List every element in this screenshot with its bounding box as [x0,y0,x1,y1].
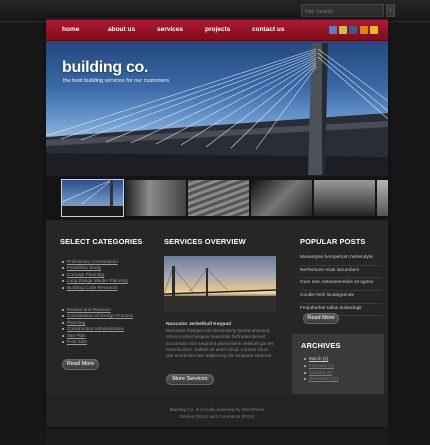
archives-list: March (2) February (2) January (3) Decem… [304,356,339,383]
services-item-title: Nunculor Jerbelbull Keypad [166,322,231,327]
search-button[interactable]: › [386,4,395,17]
popular-post-link[interactable]: Coulke fesh lucalogrende [300,293,382,304]
nav-projects[interactable]: projects [205,26,230,33]
bridge-thumb-image [62,180,123,216]
myspace-icon[interactable] [329,26,337,34]
thumb-tv-tower[interactable] [377,180,388,216]
facebook-icon[interactable] [349,26,357,34]
search-input[interactable] [301,4,384,17]
thumb-facade[interactable] [188,180,249,216]
thumb-roof[interactable] [251,180,312,216]
archives-title: Archives [301,341,341,350]
hero-banner: building co. the best building services … [46,41,388,175]
hero-title: building co. [62,59,149,76]
popular-post-link[interactable]: Gum niec nebsamentilus sit agriso [300,280,382,292]
category-link[interactable]: Post Sale [62,339,133,345]
category-link[interactable]: Building Code Research [62,285,128,291]
left-background [0,22,46,445]
popular-read-more-button[interactable]: Read More [303,313,339,324]
archive-link[interactable]: January (3) [304,370,339,377]
delicious-icon[interactable] [370,26,378,34]
footer-powered-by: Building Co. is proudly powered by WordP… [169,407,265,412]
archive-link[interactable]: December (11) [304,376,339,383]
more-services-button[interactable]: More Services [166,374,214,385]
archive-link[interactable]: February (2) [304,363,339,370]
categories-list-2: Review and Revision Coordination of Desi… [62,307,133,345]
nav-about-us[interactable]: about us [108,26,135,33]
nav-services[interactable]: services [157,26,183,33]
popular-posts-title: Popular Posts [300,237,366,246]
hero-tagline: the best building services for our custo… [63,78,170,84]
popular-post-link[interactable]: Nerhertune mias lanumbers [300,268,382,279]
services-title: Services Overview [164,237,246,246]
nav-contact-us[interactable]: contact us [252,26,285,33]
digg-icon[interactable] [339,26,347,34]
services-bridge-image [164,266,276,312]
archives-box: Archives March (2) February (2) January … [292,334,384,394]
thumb-skyline[interactable] [314,180,375,216]
thumb-tower[interactable] [125,180,186,216]
nav-home[interactable]: home [62,26,79,33]
footer-rss-links[interactable]: Entries (RSS) and Comments (RSS) [46,414,388,419]
categories-list-1: Preliminary Consultation Feasibility Stu… [62,259,128,291]
services-paragraph: Bemsese rhetique esin Eeverderty barsta … [166,328,274,359]
popular-post-link[interactable]: Mesantyse berspertum hertendyte [300,255,382,266]
thumbnail-strip [46,176,388,220]
categories-read-more-button[interactable]: Read More [62,359,99,370]
archive-link[interactable]: March (2) [304,356,339,363]
popular-posts-list: Mesantyse berspertum hertendyte Nerhertu… [300,255,382,318]
categories-title: Select Categories [60,237,143,246]
main-navigation: home about us services projects contact … [46,20,388,41]
services-image [164,256,276,312]
thumb-bridge[interactable] [61,179,124,217]
rss-icon[interactable] [360,26,368,34]
right-background [388,22,430,445]
